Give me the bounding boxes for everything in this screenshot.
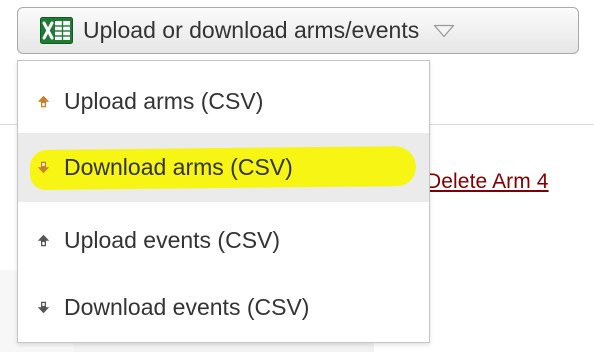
upload-arrow-icon: [37, 95, 50, 108]
excel-icon: [40, 17, 73, 44]
menu-item-download-events[interactable]: Download events (CSV): [18, 273, 429, 342]
menu-item-upload-arms[interactable]: Upload arms (CSV): [18, 67, 429, 136]
delete-arm-link[interactable]: Delete Arm 4: [426, 170, 549, 194]
menu-item-label: Upload events (CSV): [64, 227, 281, 253]
chevron-down-icon: [434, 24, 455, 37]
menu-item-label: Download events (CSV): [64, 294, 310, 320]
download-arrow-icon: [37, 161, 50, 174]
menu-item-label: Upload arms (CSV): [64, 88, 264, 114]
download-arrow-icon: [37, 301, 50, 314]
menu-item-upload-events[interactable]: Upload events (CSV): [18, 206, 429, 275]
menu-item-label: Download arms (CSV): [64, 154, 293, 180]
upload-arrow-icon: [37, 234, 50, 247]
screen: Delete Arm 4 Upload or download arms/eve…: [0, 0, 594, 352]
menu-item-download-arms[interactable]: Download arms (CSV): [18, 133, 429, 202]
upload-download-dropdown-button[interactable]: Upload or download arms/events: [17, 7, 579, 54]
dropdown-menu: Upload arms (CSV) Download arms (CSV) Up…: [17, 60, 430, 343]
dropdown-button-label: Upload or download arms/events: [83, 17, 420, 43]
